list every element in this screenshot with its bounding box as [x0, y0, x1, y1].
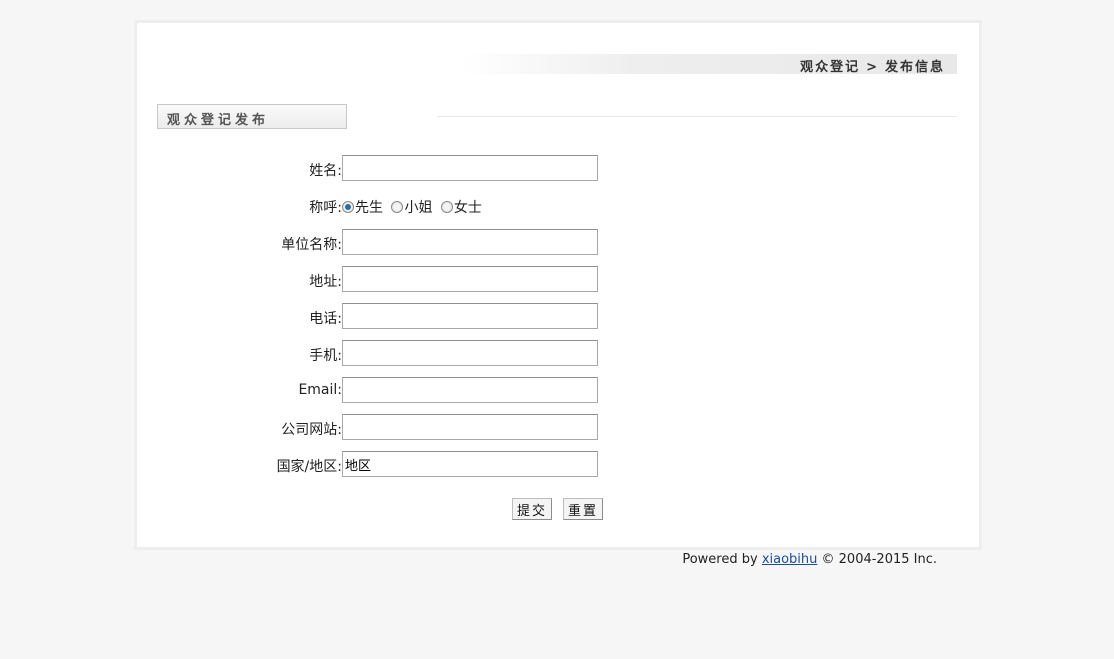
submit-button[interactable]: 提交	[512, 498, 553, 520]
region-input[interactable]	[342, 451, 598, 477]
address-label: 地址:	[309, 274, 342, 290]
address-input[interactable]	[342, 266, 598, 292]
radio-unchecked-icon[interactable]	[391, 201, 404, 213]
company-input[interactable]	[342, 229, 598, 255]
form-panel: 观众登记 > 发布信息 观众登记发布 姓名: 称呼: 先生 小姐 女士 单位名称…	[134, 20, 982, 550]
section-tab: 观众登记发布	[157, 104, 347, 129]
radio-unchecked-icon[interactable]	[440, 201, 453, 213]
row-mobile: 手机:	[137, 340, 737, 368]
company-label: 单位名称:	[281, 237, 342, 253]
breadcrumb: 观众登记 > 发布信息	[800, 56, 945, 75]
footer-link[interactable]: xiaobihu	[762, 552, 818, 567]
radio-label-ms: 女士	[453, 200, 482, 216]
website-label: 公司网站:	[281, 422, 342, 438]
phone-input[interactable]	[342, 303, 598, 329]
row-salutation: 称呼: 先生 小姐 女士	[137, 192, 737, 220]
region-label: 国家/地区:	[276, 459, 342, 475]
row-website: 公司网站:	[137, 414, 737, 442]
salutation-label: 称呼:	[309, 200, 342, 216]
name-label: 姓名:	[309, 163, 342, 179]
breadcrumb-separator: >	[866, 60, 879, 75]
phone-label: 电话:	[309, 311, 342, 327]
mobile-label: 手机:	[309, 348, 342, 364]
row-region: 国家/地区:	[137, 451, 737, 479]
row-company: 单位名称:	[137, 229, 737, 257]
breadcrumb-bar: 观众登记 > 发布信息	[462, 54, 957, 75]
breadcrumb-parent[interactable]: 观众登记	[800, 60, 860, 75]
row-phone: 电话:	[137, 303, 737, 331]
footer-suffix: © 2004-2015 Inc.	[817, 552, 937, 567]
row-address: 地址:	[137, 266, 737, 294]
radio-label-mr: 先生	[355, 200, 383, 216]
radio-option-ms[interactable]: 女士	[440, 197, 482, 217]
footer: Powered by xiaobihu © 2004-2015 Inc.	[682, 552, 937, 567]
email-label: Email:	[298, 382, 342, 398]
email-input[interactable]	[342, 377, 598, 403]
reset-button[interactable]: 重置	[563, 498, 604, 520]
radio-option-miss[interactable]: 小姐	[391, 197, 432, 217]
radio-checked-icon[interactable]	[342, 201, 354, 213]
website-input[interactable]	[342, 414, 598, 440]
row-email: Email:	[137, 377, 737, 405]
mobile-input[interactable]	[342, 340, 598, 366]
footer-prefix: Powered by	[682, 552, 762, 567]
section-title: 观众登记发布	[167, 113, 270, 128]
divider	[437, 116, 957, 117]
radio-option-mr[interactable]: 先生	[342, 197, 383, 217]
row-name: 姓名:	[137, 155, 737, 183]
radio-label-miss: 小姐	[404, 200, 433, 216]
name-input[interactable]	[342, 155, 598, 181]
breadcrumb-current: 发布信息	[884, 60, 945, 75]
salutation-radio-group: 先生 小姐 女士	[342, 197, 486, 217]
